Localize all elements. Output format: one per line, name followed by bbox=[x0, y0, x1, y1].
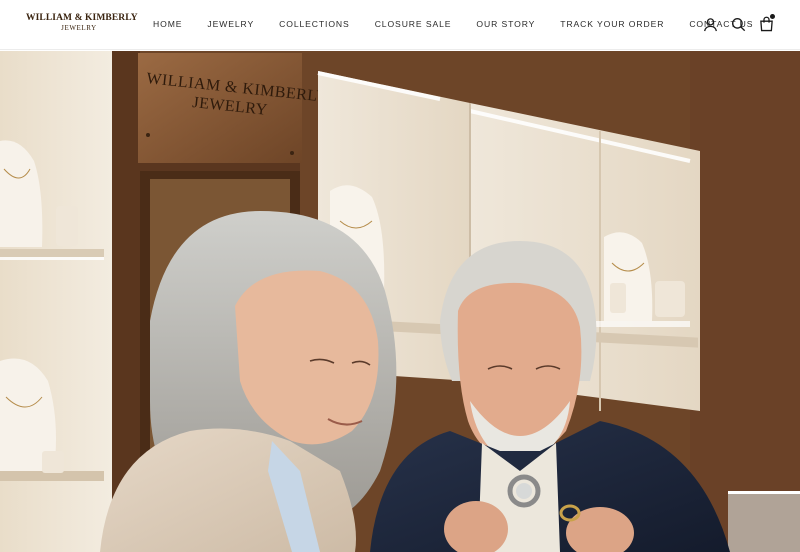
search-button[interactable] bbox=[730, 15, 746, 33]
search-icon bbox=[731, 17, 745, 31]
site-header: WILLIAM & KIMBERLY JEWELRY HOME JEWELRY … bbox=[0, 0, 800, 50]
account-button[interactable] bbox=[702, 15, 718, 33]
main-navigation: HOME JEWELRY COLLECTIONS CLOSURE SALE OU… bbox=[153, 18, 753, 30]
brand-subtitle: JEWELRY bbox=[61, 23, 97, 32]
nav-item-our-story[interactable]: OUR STORY bbox=[476, 18, 535, 30]
cart-button[interactable] bbox=[758, 14, 775, 33]
cart-indicator-dot bbox=[770, 14, 775, 19]
header-icons bbox=[702, 14, 775, 33]
user-icon bbox=[703, 17, 717, 31]
hero-banner: WILLIAM & KIMBERLY JEWELRY bbox=[0, 51, 800, 552]
brand-name: WILLIAM & KIMBERLY bbox=[26, 13, 138, 23]
hero-photo: WILLIAM & KIMBERLY JEWELRY bbox=[0, 51, 800, 552]
nav-item-home[interactable]: HOME bbox=[153, 18, 182, 30]
nav-item-closure-sale[interactable]: CLOSURE SALE bbox=[375, 18, 452, 30]
nav-item-track-your-order[interactable]: TRACK YOUR ORDER bbox=[560, 18, 664, 30]
nav-item-jewelry[interactable]: JEWELRY bbox=[207, 18, 254, 30]
brand-logo[interactable]: WILLIAM & KIMBERLY JEWELRY bbox=[26, 13, 138, 32]
nav-item-collections[interactable]: COLLECTIONS bbox=[279, 18, 350, 30]
